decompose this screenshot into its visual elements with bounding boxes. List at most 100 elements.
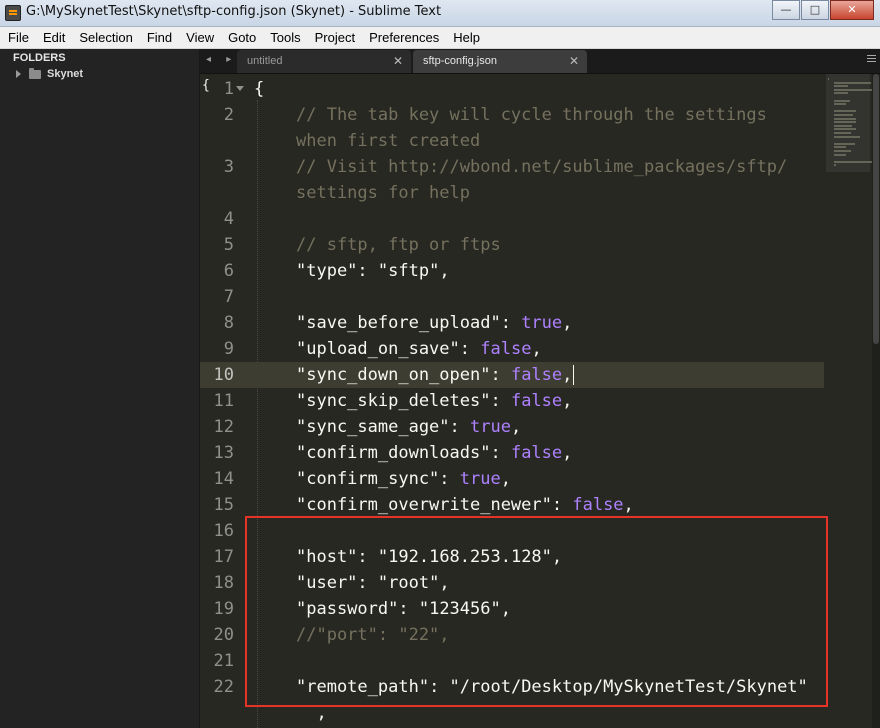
line-number: 9 bbox=[223, 339, 234, 359]
tab-untitled[interactable]: untitled ✕ bbox=[237, 50, 411, 73]
line-number: 21 bbox=[213, 651, 234, 671]
minimap-line bbox=[834, 99, 850, 102]
code-line[interactable]: 3 // Visit http://wbond.net/sublime_packa… bbox=[200, 154, 824, 180]
menu-goto[interactable]: Goto bbox=[221, 30, 263, 45]
close-button[interactable]: ✕ bbox=[830, 0, 874, 20]
code-token: : bbox=[459, 339, 481, 359]
code-token: : bbox=[439, 469, 460, 489]
minimap-line bbox=[834, 160, 874, 163]
line-number: 1 bbox=[223, 79, 234, 99]
menu-tools[interactable]: Tools bbox=[263, 30, 307, 45]
line-number: 8 bbox=[223, 313, 234, 333]
scrollbar-thumb[interactable] bbox=[873, 74, 879, 344]
line-number: 7 bbox=[223, 287, 234, 307]
code-token: false bbox=[572, 495, 624, 515]
menu-file[interactable]: File bbox=[0, 30, 36, 45]
expand-arrow-icon[interactable] bbox=[16, 70, 21, 78]
menu-help[interactable]: Help bbox=[446, 30, 487, 45]
menu-find[interactable]: Find bbox=[140, 30, 179, 45]
code-line[interactable]: 14 "confirm_sync": true, bbox=[200, 466, 824, 492]
window-controls: — □ ✕ bbox=[771, 0, 874, 20]
menu-bar: File Edit Selection Find View Goto Tools… bbox=[0, 27, 880, 49]
sidebar-folder-skynet[interactable]: Skynet bbox=[16, 67, 84, 80]
tab-menu-icon[interactable] bbox=[867, 55, 876, 64]
line-number: 15 bbox=[213, 495, 234, 515]
code-token: : bbox=[357, 261, 378, 281]
title-bar: G:\MySkynetTest\Skynet\sftp-config.json … bbox=[0, 0, 880, 27]
minimap-line bbox=[834, 142, 855, 145]
code-token: settings for help bbox=[296, 183, 470, 203]
code-line[interactable]: settings for help bbox=[200, 180, 824, 206]
code-line[interactable]: 5 // sftp, ftp or ftps bbox=[200, 232, 824, 258]
minimap[interactable] bbox=[826, 74, 874, 174]
minimap-line bbox=[834, 135, 861, 138]
code-line[interactable]: 7 bbox=[200, 284, 824, 310]
line-number: 17 bbox=[213, 547, 234, 567]
line-number: 10 bbox=[213, 365, 234, 385]
vertical-scrollbar[interactable] bbox=[872, 74, 880, 728]
code-token: , bbox=[510, 417, 522, 437]
menu-selection[interactable]: Selection bbox=[72, 30, 139, 45]
minimap-line bbox=[834, 103, 846, 106]
code-token: true bbox=[459, 469, 501, 489]
code-token: { bbox=[254, 79, 265, 99]
sidebar-folder-label: Skynet bbox=[47, 68, 84, 80]
minimap-line bbox=[834, 110, 856, 113]
tab-label: sftp-config.json bbox=[423, 55, 497, 67]
code-line[interactable]: 13 "confirm_downloads": false, bbox=[200, 440, 824, 466]
code-token: when first created bbox=[296, 131, 481, 151]
code-line[interactable]: 1{ bbox=[200, 76, 824, 102]
code-line[interactable]: when first created bbox=[200, 128, 824, 154]
tab-close-icon[interactable]: ✕ bbox=[393, 50, 403, 72]
tab-bar: ◂ ▸ untitled ✕ sftp-config.json ✕ bbox=[200, 49, 880, 74]
line-number: 3 bbox=[223, 157, 234, 177]
code-text: // The tab key will cycle through the se… bbox=[296, 102, 767, 128]
line-number: 5 bbox=[223, 235, 234, 255]
code-line[interactable]: 9 "upload_on_save": false, bbox=[200, 336, 824, 362]
minimap-line bbox=[834, 88, 873, 91]
highlight-annotation-box bbox=[245, 516, 828, 707]
line-number: 19 bbox=[213, 599, 234, 619]
code-token: // Visit http://wbond.net/sublime_packag… bbox=[296, 157, 788, 177]
code-token: false bbox=[510, 391, 563, 411]
code-token: "sync_down_on_open" bbox=[296, 365, 491, 385]
sidebar: FOLDERS Skynet bbox=[0, 49, 200, 728]
menu-project[interactable]: Project bbox=[308, 30, 362, 45]
line-number: 11 bbox=[213, 391, 234, 411]
code-token: false bbox=[480, 339, 532, 359]
code-text: "upload_on_save": false, bbox=[296, 336, 542, 362]
tab-close-icon[interactable]: ✕ bbox=[569, 50, 579, 72]
maximize-button[interactable]: □ bbox=[801, 0, 829, 20]
code-token: // The tab key will cycle through the se… bbox=[296, 105, 767, 125]
code-text: // sftp, ftp or ftps bbox=[296, 232, 501, 258]
line-number: 4 bbox=[223, 209, 234, 229]
code-token: , bbox=[562, 313, 573, 333]
code-token: : bbox=[490, 391, 511, 411]
minimap-line bbox=[834, 128, 856, 131]
code-line[interactable]: 12 "sync_same_age": true, bbox=[200, 414, 824, 440]
code-line[interactable]: 11 "sync_skip_deletes": false, bbox=[200, 388, 824, 414]
code-token: : bbox=[551, 495, 573, 515]
code-token: "save_before_upload" bbox=[296, 313, 501, 333]
minimap-line bbox=[834, 124, 852, 127]
sublime-app-icon bbox=[5, 5, 21, 21]
code-token: "sync_same_age" bbox=[296, 417, 450, 437]
code-line[interactable]: 15 "confirm_overwrite_newer": false, bbox=[200, 492, 824, 518]
menu-edit[interactable]: Edit bbox=[36, 30, 72, 45]
code-line[interactable]: 4 bbox=[200, 206, 824, 232]
minimize-button[interactable]: — bbox=[772, 0, 800, 20]
tab-nav-arrows[interactable]: ◂ ▸ bbox=[206, 54, 237, 65]
folder-icon bbox=[29, 67, 41, 79]
code-token: : bbox=[500, 313, 522, 333]
code-line[interactable]: 2 // The tab key will cycle through the s… bbox=[200, 102, 824, 128]
tab-sftp-config[interactable]: sftp-config.json ✕ bbox=[413, 50, 587, 73]
code-line[interactable]: 10 "sync_down_on_open": false, bbox=[200, 362, 824, 388]
code-token: false bbox=[510, 443, 563, 463]
code-token: true bbox=[521, 313, 563, 333]
code-text: // Visit http://wbond.net/sublime_packag… bbox=[296, 154, 787, 180]
menu-preferences[interactable]: Preferences bbox=[362, 30, 446, 45]
code-line[interactable]: 8 "save_before_upload": true, bbox=[200, 310, 824, 336]
code-line[interactable]: 6 "type": "sftp", bbox=[200, 258, 824, 284]
menu-view[interactable]: View bbox=[179, 30, 221, 45]
code-token: false bbox=[510, 365, 563, 385]
